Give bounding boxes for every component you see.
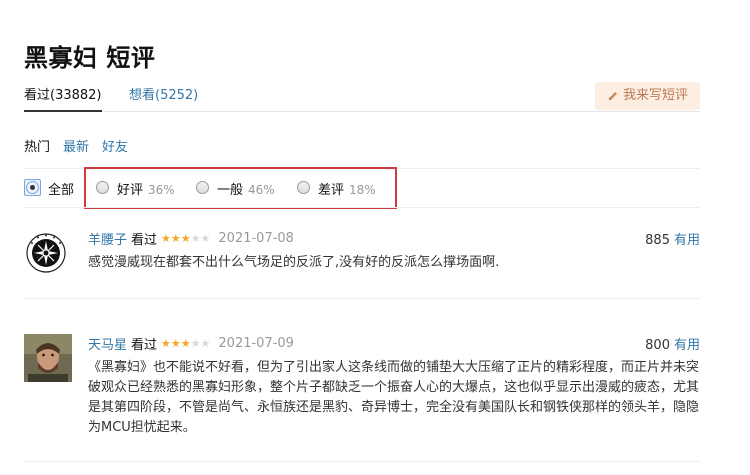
- vote-count: 800: [645, 338, 670, 353]
- sort-new[interactable]: 最新: [63, 136, 89, 155]
- divider: [24, 207, 700, 208]
- comment-meta: 天马星 看过 ★ ★ ★ ★ ★ 2021-07-09: [88, 334, 294, 353]
- rating-stars: ★ ★ ★ ★ ★: [161, 232, 210, 245]
- radio-all[interactable]: [26, 181, 39, 194]
- comment-votes: 885 有用: [645, 229, 700, 248]
- star-icon: ★: [161, 337, 171, 350]
- pencil-icon: [607, 90, 619, 102]
- star-icon: ★: [190, 232, 201, 245]
- star-icon: ★: [180, 232, 191, 245]
- tab-seen[interactable]: 看过(33882): [24, 88, 102, 112]
- rating-stars: ★ ★ ★ ★ ★: [161, 337, 210, 350]
- useful-button[interactable]: 有用: [674, 338, 700, 353]
- star-icon: ★: [180, 337, 191, 350]
- comment-meta: 羊腰子 看过 ★ ★ ★ ★ ★ 2021-07-08: [88, 229, 294, 248]
- comment-user[interactable]: 羊腰子: [88, 229, 127, 248]
- divider: [24, 461, 700, 462]
- write-review-label: 我来写短评: [622, 88, 688, 103]
- avatar[interactable]: [24, 229, 72, 277]
- sort-nav: 热门 最新 好友: [24, 136, 128, 155]
- comment-votes: 800 有用: [645, 334, 700, 353]
- comment-user[interactable]: 天马星: [88, 334, 127, 353]
- star-icon: ★: [190, 337, 201, 350]
- comment-item: 羊腰子 看过 ★ ★ ★ ★ ★ 2021-07-08 885 有用 感觉漫威现在都套不出…: [24, 229, 700, 277]
- star-icon: ★: [161, 232, 171, 245]
- comment-text: 感觉漫威现在都套不出什么气场足的反派了,没有好的反派怎么撑场面啊.: [88, 255, 500, 270]
- sort-friends[interactable]: 好友: [102, 136, 128, 155]
- star-icon: ★: [170, 337, 181, 350]
- comment-status: 看过: [131, 338, 158, 353]
- comment-date: 2021-07-09: [218, 336, 294, 351]
- page-title: 黑寡妇 短评: [24, 44, 156, 72]
- tab-bar: 看过(33882) 想看(5252) 我来写短评: [24, 82, 700, 112]
- divider: [24, 298, 700, 299]
- tab-want[interactable]: 想看(5252): [129, 88, 198, 104]
- avatar[interactable]: [24, 334, 72, 382]
- comment-item: 天马星 看过 ★ ★ ★ ★ ★ 2021-07-09 800 有用 《黑寡妇》也不能说不…: [24, 334, 700, 444]
- star-icon: ★: [200, 337, 211, 350]
- comment-text: 《黑寡妇》也不能说不好看，但为了引出家人这条线而做的铺垫大大压缩了正片的精彩程度…: [88, 360, 700, 435]
- highlight-box: [84, 167, 397, 209]
- useful-button[interactable]: 有用: [674, 233, 700, 248]
- star-icon: ★: [170, 232, 181, 245]
- star-icon: ★: [200, 232, 211, 245]
- vote-count: 885: [645, 233, 670, 248]
- comment-date: 2021-07-08: [218, 231, 294, 246]
- sort-hot[interactable]: 热门: [24, 136, 50, 155]
- filter-all-label[interactable]: 全部: [48, 179, 74, 198]
- write-review-button[interactable]: 我来写短评: [594, 82, 700, 110]
- comment-status: 看过: [131, 233, 158, 248]
